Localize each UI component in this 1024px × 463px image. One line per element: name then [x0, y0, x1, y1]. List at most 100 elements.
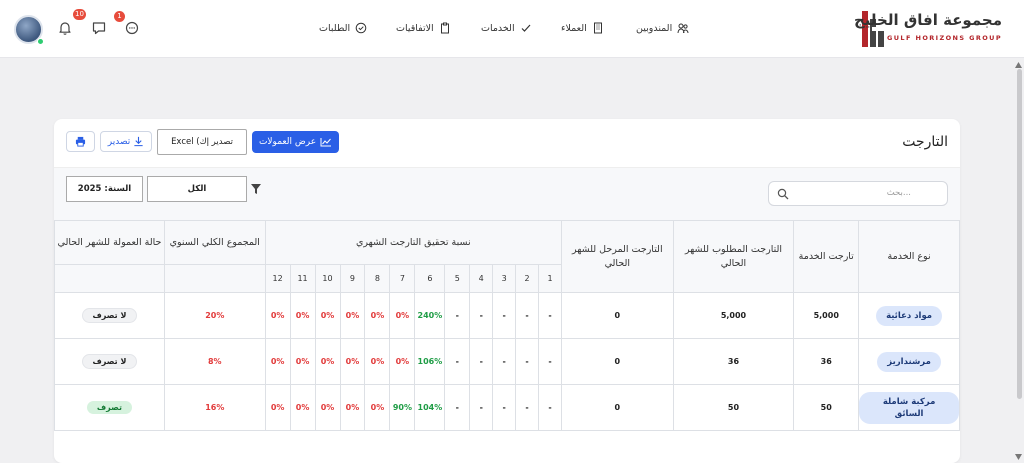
notifications-button[interactable] [57, 20, 73, 36]
service-badge[interactable]: مرشنداريز [877, 351, 941, 372]
col-service-type: نوع الخدمة [858, 220, 960, 293]
nav-item-orders[interactable]: الطلبات [319, 20, 367, 36]
notifications-badge: 10 [73, 9, 86, 20]
nav-item-agents[interactable]: المندوبين [636, 20, 689, 36]
required-target-cell: 5,000 [672, 292, 795, 339]
table-row: مرشنداريز 36 36 0- - - - -106% 0% 0% 0% 0% 0% 0% 8% لا … [54, 338, 960, 385]
filter-icon[interactable] [251, 184, 261, 194]
building-icon [593, 22, 602, 34]
month-value-cell: 0% [314, 338, 341, 385]
bell-icon [59, 22, 71, 35]
month-value-cell: - [444, 292, 471, 339]
month-value-cell: 0% [389, 292, 416, 339]
table-row: مركبة شاملة السائق 50 50 0- - - - -104% 90% 0% 0% 0… [54, 384, 960, 431]
nav-item-label: العملاء [561, 22, 587, 34]
month-value-cell: 0% [289, 292, 316, 339]
month-value-cell: 0% [339, 292, 366, 339]
col-carried-target: التارجت المرحل للشهر الحالي [560, 220, 674, 293]
month-value-cell: 106% [414, 338, 446, 385]
chat-button[interactable] [124, 20, 140, 36]
year-select[interactable]: السنة: 2025 [66, 176, 143, 202]
service-badge[interactable]: مركبة شاملة السائق [859, 391, 959, 424]
scroll-down-arrow[interactable] [1015, 454, 1022, 460]
online-status-dot [37, 38, 44, 45]
month-header: 12 [264, 264, 291, 293]
required-target-cell: 50 [672, 384, 795, 431]
month-value-cell: 0% [264, 292, 291, 339]
month-header: 11 [289, 264, 316, 293]
month-value-cell: 0% [289, 384, 316, 431]
month-header: 5 [444, 264, 471, 293]
show-commissions-label: عرض العمولات [258, 137, 317, 147]
month-value-cell: - [444, 338, 471, 385]
month-value-cell: - [444, 384, 471, 431]
month-header: 7 [389, 264, 416, 293]
clipboard-icon [440, 22, 449, 34]
chat-icon [125, 21, 139, 35]
nav-item-clients[interactable]: العملاء [561, 20, 604, 36]
col-monthly-achievement: نسبة تحقيق التارجت الشهري [264, 220, 562, 265]
month-value-cell: - [515, 338, 540, 385]
month-value-cell: - [492, 292, 517, 339]
service-badge-cell: مواد دعائية [858, 292, 960, 339]
commission-status-badge-cell: تصرف [54, 384, 165, 431]
nav-item-agreements[interactable]: الاتفاقيات [396, 20, 451, 36]
col-commission-status: حالة العمولة للشهر الحالي [54, 220, 165, 265]
scroll-up-arrow[interactable] [1015, 62, 1022, 68]
yearly-total-cell: 8% [163, 338, 266, 385]
export-button[interactable]: تصدير [100, 131, 152, 152]
month-value-cell: - [469, 384, 494, 431]
nav-item-services[interactable]: الخدمات [481, 20, 532, 36]
export-label: تصدير [107, 136, 131, 147]
month-value-cell: 240% [414, 292, 446, 339]
table-header-row: نوع الخدمة تارجت الخدمة التارجت المطلوب … [54, 220, 960, 293]
month-header: 10 [314, 264, 341, 293]
brand-name-ar: مجموعة افاق الخليج [854, 11, 1002, 29]
month-header: 1 [538, 264, 562, 293]
messages-button[interactable] [91, 20, 107, 36]
month-value-cell: - [538, 338, 562, 385]
commission-status-badge: لا تصرف [81, 308, 138, 323]
chart-line-icon [320, 138, 332, 147]
month-value-cell: - [515, 292, 540, 339]
service-badge-cell: مرشنداريز [858, 338, 960, 385]
nav-item-label: الطلبات [319, 22, 351, 34]
service-badge[interactable]: مواد دعائية [876, 305, 943, 326]
target-card: التارجت عرض العمولات Excel (تصدير إك تصد… [54, 119, 960, 463]
search-input[interactable]: بحث... [768, 181, 948, 206]
commission-status-badge: لا تصرف [81, 354, 138, 369]
carried-target-cell: 0 [560, 384, 674, 431]
service-filter-select[interactable]: الكل [147, 176, 247, 202]
message-icon [92, 22, 106, 35]
col-yearly-total: المجموع الكلي السنوي [163, 220, 266, 265]
filter-bar: بحث... الكل السنة: 2025 [54, 167, 960, 220]
avatar[interactable] [14, 15, 44, 45]
month-value-cell: 0% [364, 338, 391, 385]
excel-export-label: Excel (تصدير إك [171, 137, 233, 147]
empty-header-cell [163, 264, 266, 293]
month-value-cell: 0% [289, 338, 316, 385]
nav-item-label: الخدمات [481, 22, 515, 34]
month-value-cell: 90% [389, 384, 416, 431]
commission-status-badge: تصرف [86, 401, 133, 414]
service-target-cell: 36 [793, 338, 860, 385]
col-required-target: التارجت المطلوب للشهر الحالي [672, 220, 795, 293]
brand-logo[interactable]: مجموعة افاق الخليج GULF HORIZONS GROUP [854, 9, 1002, 49]
required-target-cell: 36 [672, 338, 795, 385]
check-icon [521, 24, 531, 32]
chat-badge: 1 [114, 11, 125, 22]
show-commissions-button[interactable]: عرض العمولات [252, 131, 339, 153]
month-value-cell: 104% [414, 384, 446, 431]
page-title: التارجت [902, 134, 948, 150]
month-value-cell: - [515, 384, 540, 431]
yearly-total-cell: 16% [163, 384, 266, 431]
service-badge-cell: مركبة شاملة السائق [858, 384, 960, 431]
excel-export-button[interactable]: Excel (تصدير إك [157, 129, 247, 155]
month-value-cell: - [469, 292, 494, 339]
month-value-cell: 0% [339, 338, 366, 385]
scrollbar-thumb[interactable] [1017, 69, 1022, 399]
print-button[interactable] [66, 131, 95, 152]
search-placeholder: بحث... [886, 188, 911, 198]
search-icon [777, 188, 789, 200]
target-table: نوع الخدمة تارجت الخدمة التارجت المطلوب … [54, 220, 960, 431]
